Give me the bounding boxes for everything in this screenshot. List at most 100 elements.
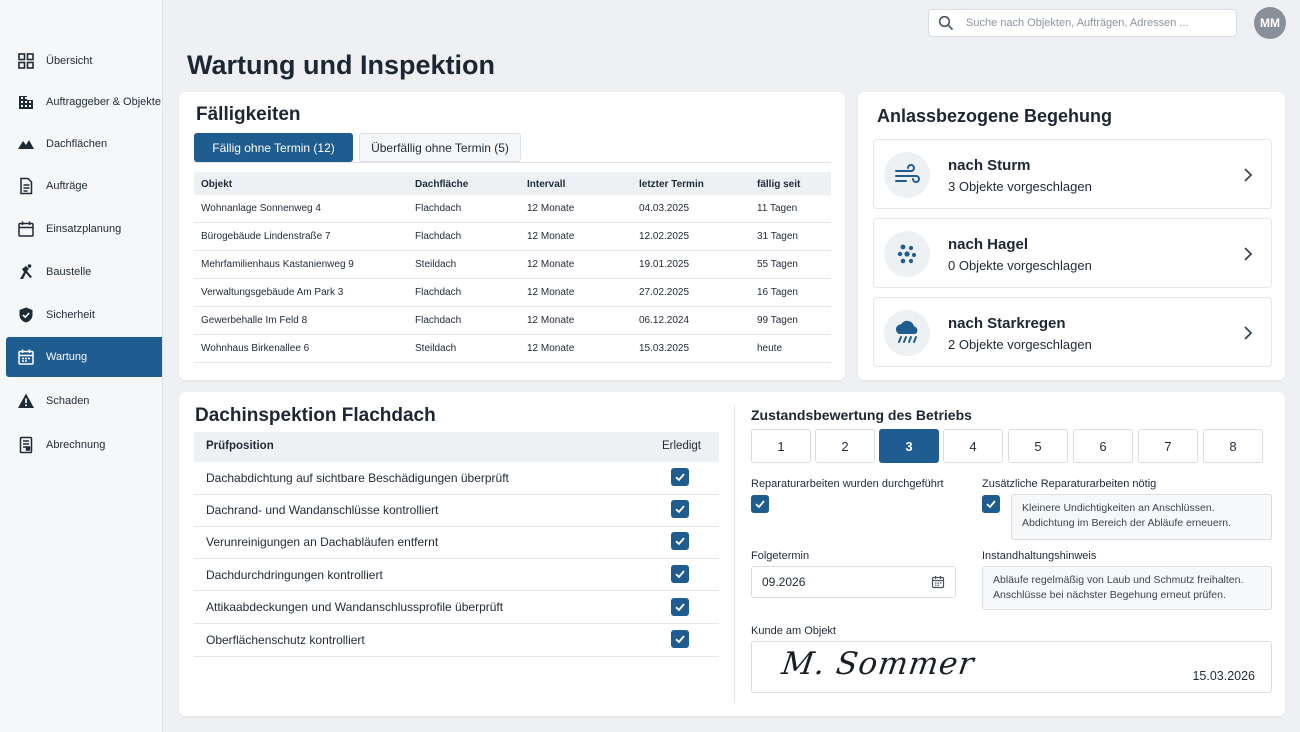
calendar-icon	[18, 221, 34, 237]
hail-icon	[897, 244, 916, 264]
search-box[interactable]	[928, 9, 1237, 37]
hinweis-textarea[interactable]: Abläufe regelmäßig von Laub und Schmutz …	[982, 566, 1272, 610]
column-header-faellig-seit: fällig seit	[757, 179, 801, 190]
anlass-icon-container	[884, 231, 930, 277]
column-header-objekt: Objekt	[201, 179, 233, 190]
rating-option-3[interactable]: 3	[879, 429, 939, 463]
rating-option-6[interactable]: 6	[1073, 429, 1133, 463]
construction-worker-icon	[20, 264, 32, 279]
sidebar-item-uebersicht[interactable]: Übersicht	[6, 41, 162, 81]
rating-option-5[interactable]: 5	[1008, 429, 1068, 463]
cell-objekt: Verwaltungsgebäude Am Park 3	[201, 287, 344, 298]
search-input[interactable]	[966, 17, 1226, 29]
sidebar-item-label: Auftraggeber & Objekte	[46, 96, 161, 108]
row-divider	[194, 590, 719, 591]
column-header-letzter-termin: letzter Termin	[639, 179, 704, 190]
kunde-label: Kunde am Objekt	[751, 625, 836, 637]
checkmark-icon	[986, 500, 996, 509]
checklist-checkbox[interactable]	[671, 532, 689, 550]
shield-check-icon	[19, 307, 33, 323]
sidebar-item-abrechnung[interactable]: Abrechnung	[6, 425, 162, 465]
cell-faellig-seit: 11 Tagen	[757, 203, 798, 214]
bewertung-title: Zustandsbewertung des Betriebs	[751, 407, 972, 423]
checklist-item-label: Dachrand- und Wandanschlüsse kontrollier…	[206, 503, 439, 517]
checklist-checkbox[interactable]	[671, 468, 689, 486]
anlass-item-starkregen[interactable]: nach Starkregen 2 Objekte vorgeschlagen	[873, 297, 1272, 367]
cell-intervall: 12 Monate	[527, 203, 575, 214]
roof-icon	[18, 140, 34, 149]
rating-option-1[interactable]: 1	[751, 429, 811, 463]
cell-faellig-seit: 55 Tagen	[757, 259, 798, 270]
sidebar-item-schaden[interactable]: Schaden	[6, 381, 162, 421]
cell-dachflaeche: Steildach	[415, 343, 457, 354]
cell-intervall: 12 Monate	[527, 231, 575, 242]
folgetermin-label: Folgetermin	[751, 550, 810, 562]
sidebar-item-baustelle[interactable]: Baustelle	[6, 252, 162, 292]
tab-faellig[interactable]: Fällig ohne Termin (12)	[194, 133, 353, 162]
column-header-intervall: Intervall	[527, 179, 566, 190]
tab-ueberfaellig[interactable]: Überfällig ohne Termin (5)	[359, 133, 521, 162]
cell-letzter-termin: 06.12.2024	[639, 315, 690, 326]
checklist-checkbox[interactable]	[671, 565, 689, 583]
anlass-item-hagel[interactable]: nach Hagel 0 Objekte vorgeschlagen	[873, 218, 1272, 288]
sidebar-item-label: Baustelle	[46, 266, 92, 278]
zusatz-textarea[interactable]: Kleinere Undichtigkeiten an Anschlüssen.…	[1011, 494, 1272, 540]
folgetermin-input[interactable]: 09.2026	[751, 566, 956, 598]
sidebar-item-dachflaechen[interactable]: Dachflächen	[6, 124, 162, 164]
row-divider	[194, 306, 831, 307]
cell-intervall: 12 Monate	[527, 287, 575, 298]
cell-dachflaeche: Flachdach	[415, 287, 462, 298]
column-header-pruefposition: Prüfposition	[206, 440, 274, 452]
anlass-item-name: nach Sturm	[948, 157, 1031, 174]
checkmark-icon	[755, 500, 765, 509]
anlass-item-count: 2 Objekte vorgeschlagen	[948, 337, 1092, 352]
sidebar-item-auftraggeber[interactable]: Auftraggeber & Objekte	[6, 82, 162, 122]
cell-letzter-termin: 04.03.2025	[639, 203, 690, 214]
anlass-icon-container	[884, 310, 930, 356]
signature-date: 15.03.2026	[1192, 669, 1255, 683]
reparatur-label: Reparaturarbeiten wurden durchgeführt	[751, 478, 944, 490]
checkmark-icon	[675, 603, 685, 612]
rating-option-7[interactable]: 7	[1138, 429, 1198, 463]
cell-dachflaeche: Flachdach	[415, 315, 462, 326]
cell-objekt: Wohnanlage Sonnenweg 4	[201, 203, 321, 214]
zusatz-label: Zusätzliche Reparaturarbeiten nötig	[982, 478, 1157, 490]
checklist-checkbox[interactable]	[671, 630, 689, 648]
zusatz-checkbox[interactable]	[982, 495, 1000, 513]
sidebar-item-wartung[interactable]: Wartung	[6, 337, 162, 377]
signature-box[interactable]: M. Sommer 15.03.2026	[751, 641, 1272, 693]
row-divider	[194, 334, 831, 335]
anlass-item-sturm[interactable]: nach Sturm 3 Objekte vorgeschlagen	[873, 139, 1272, 209]
cell-objekt: Wohnhaus Birkenallee 6	[201, 343, 310, 354]
checklist-checkbox[interactable]	[671, 500, 689, 518]
row-divider	[194, 526, 719, 527]
document-icon	[20, 177, 33, 195]
rating-option-2[interactable]: 2	[815, 429, 875, 463]
cell-letzter-termin: 15.03.2025	[639, 343, 690, 354]
reparatur-checkbox[interactable]	[751, 495, 769, 513]
sidebar-item-einsatzplanung[interactable]: Einsatzplanung	[6, 209, 162, 249]
sidebar-item-label: Sicherheit	[46, 309, 95, 321]
page-title: Wartung und Inspektion	[187, 50, 495, 80]
cell-letzter-termin: 19.01.2025	[639, 259, 690, 270]
cell-intervall: 12 Monate	[527, 315, 575, 326]
anlass-icon-container	[884, 152, 930, 198]
rating-option-8[interactable]: 8	[1203, 429, 1263, 463]
checkmark-icon	[675, 570, 685, 579]
inspektion-title: Dachinspektion Flachdach	[195, 405, 436, 426]
checklist-checkbox[interactable]	[671, 598, 689, 616]
cell-faellig-seit: heute	[757, 343, 783, 354]
row-divider	[194, 558, 719, 559]
sidebar-item-label: Wartung	[46, 351, 88, 363]
column-header-dachflaeche: Dachfläche	[415, 179, 469, 190]
chevron-right-icon	[1244, 326, 1253, 340]
sidebar-item-label: Aufträge	[46, 180, 88, 192]
cell-dachflaeche: Steildach	[415, 259, 457, 270]
sidebar-item-sicherheit[interactable]: Sicherheit	[6, 295, 162, 335]
calendar-icon[interactable]	[931, 575, 945, 589]
sidebar-item-auftraege[interactable]: Aufträge	[6, 166, 162, 206]
sidebar-item-label: Einsatzplanung	[46, 223, 122, 235]
rating-option-4[interactable]: 4	[943, 429, 1003, 463]
avatar[interactable]: MM	[1254, 7, 1286, 39]
checklist-item-label: Dachdurchdringungen kontrolliert	[206, 568, 383, 582]
